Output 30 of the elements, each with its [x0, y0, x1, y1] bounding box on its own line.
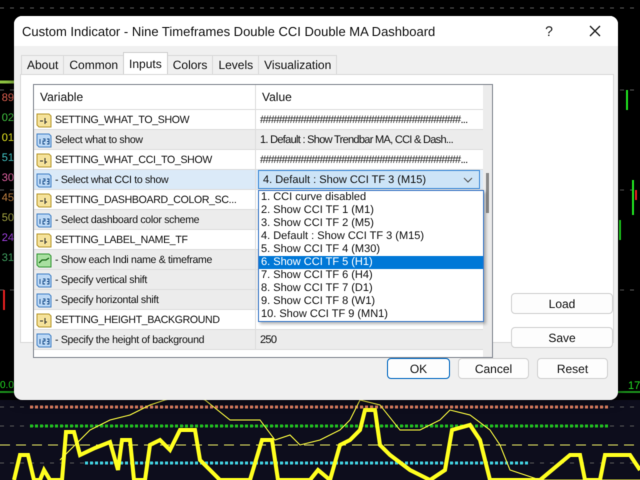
price-label: 24 — [0, 231, 14, 246]
value-text: #####################################... — [259, 114, 468, 126]
column-header: Value — [261, 89, 293, 106]
price-label: 02 — [0, 111, 14, 126]
variable-name: SETTING_DASHBOARD_COLOR_SC... — [55, 194, 237, 206]
variable-name: SETTING_LABEL_NAME_TF — [55, 234, 188, 246]
price-label: 30 — [0, 171, 14, 186]
variable-name: - Specify the height of background — [55, 334, 204, 346]
value-text: #####################################... — [259, 154, 468, 166]
price-label: 51 — [0, 151, 14, 166]
price-label: 17 — [628, 380, 640, 392]
price-label: 89 — [0, 91, 14, 106]
window-title: Custom Indicator - Nine Timeframes Double CCI Double MA Dashboard — [22, 24, 436, 38]
variable-name: - Select what CCI to show — [55, 174, 168, 186]
price-label: 45 — [0, 191, 14, 206]
variable-name: - Specify horizontal shift — [55, 294, 159, 306]
price-label: 01 — [0, 131, 14, 146]
price-label: 50 — [0, 211, 14, 226]
variable-name: Select what to show — [55, 134, 143, 146]
variable-name: - Specify vertical shift — [55, 274, 147, 286]
variable-name: SETTING_WHAT_CCI_TO_SHOW — [55, 154, 212, 166]
variable-name: - Select dashboard color scheme — [55, 214, 200, 226]
variable-name: SETTING_HEIGHT_BACKGROUND — [55, 314, 220, 326]
value-text: 250 — [259, 334, 276, 346]
column-header: Variable — [34, 85, 256, 109]
price-label: 0.0 — [0, 380, 14, 391]
variable-name: SETTING_WHAT_TO_SHOW — [55, 114, 190, 126]
variable-name: - Show each Indi name & timeframe — [55, 254, 212, 266]
value-text: 1. Default : Show Trendbar MA, CCI & Dash... — [259, 134, 453, 146]
price-label: 31 — [0, 251, 14, 266]
